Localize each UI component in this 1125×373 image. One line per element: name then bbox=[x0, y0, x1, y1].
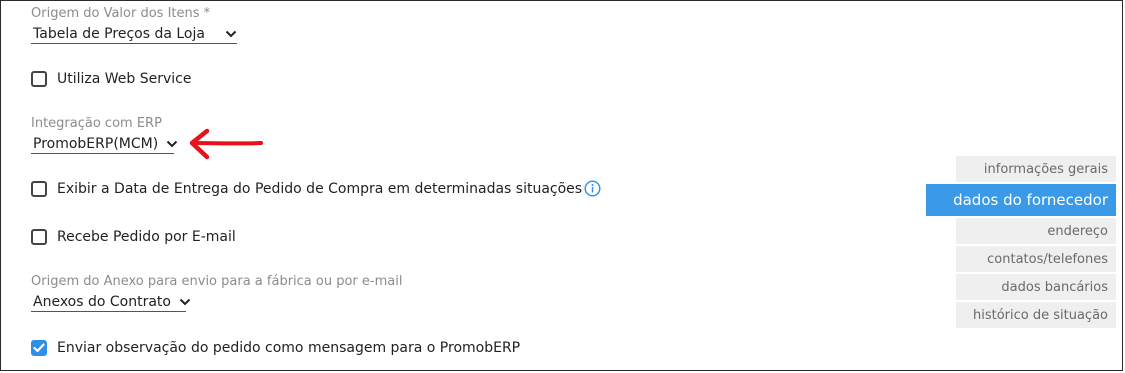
origem-anexo-value: Anexos do Contrato bbox=[33, 294, 171, 310]
origem-valor-label: Origem do Valor dos Itens * bbox=[31, 6, 211, 21]
enviar-obs-label: Enviar observação do pedido como mensage… bbox=[57, 340, 521, 356]
red-arrow-annotation-icon bbox=[189, 128, 263, 160]
tab-dados-do-fornecedor[interactable]: dados do fornecedor bbox=[926, 184, 1116, 216]
checkmark-icon bbox=[33, 343, 45, 353]
origem-anexo-select[interactable]: Anexos do Contrato bbox=[31, 293, 191, 312]
web-service-label: Utiliza Web Service bbox=[57, 71, 192, 87]
form-panel: Origem do Valor dos Itens * Tabela de Pr… bbox=[0, 0, 1123, 371]
origem-valor-select[interactable]: Tabela de Preços da Loja bbox=[31, 25, 237, 44]
tab-historico-de-situacao[interactable]: histórico de situação bbox=[956, 302, 1116, 328]
data-entrega-label: Exibir a Data de Entrega do Pedido de Co… bbox=[57, 180, 583, 197]
data-entrega-checkbox[interactable] bbox=[31, 180, 47, 197]
tab-contatos-telefones[interactable]: contatos/telefones bbox=[956, 246, 1116, 272]
enviar-obs-checkbox[interactable] bbox=[31, 340, 47, 356]
integracao-erp-select[interactable]: PromobERP(MCM) bbox=[31, 135, 178, 154]
tab-informacoes-gerais[interactable]: informações gerais bbox=[956, 156, 1116, 182]
enviar-obs-row: Enviar observação do pedido como mensage… bbox=[31, 340, 520, 356]
recebe-email-row: Recebe Pedido por E-mail bbox=[31, 229, 236, 245]
recebe-email-label: Recebe Pedido por E-mail bbox=[57, 229, 236, 245]
web-service-checkbox[interactable] bbox=[31, 71, 47, 87]
chevron-down-icon bbox=[171, 298, 191, 306]
origem-valor-value: Tabela de Preços da Loja bbox=[33, 26, 205, 42]
info-circle-icon[interactable] bbox=[584, 180, 601, 197]
integracao-erp-value: PromobERP(MCM) bbox=[33, 136, 159, 152]
chevron-down-icon bbox=[217, 30, 237, 38]
chevron-down-icon bbox=[158, 140, 178, 148]
tab-dados-bancarios[interactable]: dados bancários bbox=[956, 274, 1116, 300]
recebe-email-checkbox[interactable] bbox=[31, 229, 47, 245]
integracao-erp-label: Integração com ERP bbox=[31, 116, 162, 131]
tab-endereco[interactable]: endereço bbox=[956, 218, 1116, 244]
origem-anexo-label: Origem do Anexo para envio para a fábric… bbox=[31, 274, 403, 289]
web-service-row: Utiliza Web Service bbox=[31, 71, 192, 87]
data-entrega-row: Exibir a Data de Entrega do Pedido de Co… bbox=[31, 180, 601, 197]
